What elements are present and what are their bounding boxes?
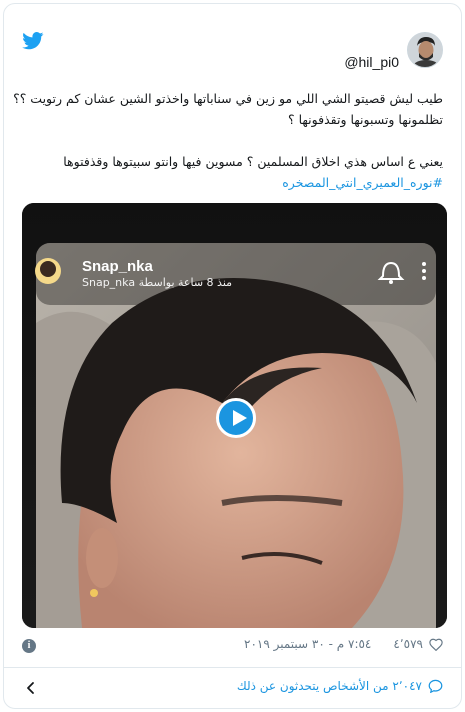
chevron-left-icon[interactable] [24,681,38,695]
author-handle[interactable]: @hil_pi0 [344,54,399,70]
more-vertical-icon [422,262,426,280]
meta-right: ٤٬٥٧٩ ٧:٥٤ م - ٣٠ سبتمبر ٢٠١٩ [244,637,443,651]
info-icon[interactable]: i [22,639,36,653]
hashtag-link[interactable]: #نوره_العميري_انتي_المصخره [22,172,443,193]
tweet-timestamp[interactable]: ٧:٥٤ م - ٣٠ سبتمبر ٢٠١٩ [244,637,371,651]
snap-subtitle: Snap_nka منذ 8 ساعة بواسطة [82,276,233,289]
conversation-label[interactable]: ٢٬٠٤٧ من الأشخاص يتحدثون عن ذلك [237,679,422,693]
footer-divider [4,667,461,668]
play-icon[interactable] [216,398,256,438]
tweet-line: تظلمونها وتسبونها وتقذفونها ؟ [288,112,443,127]
tweet-header: @hil_pi0 [4,4,461,74]
conversation-link[interactable]: ٢٬٠٤٧ من الأشخاص يتحدثون عن ذلك [237,679,443,693]
tweet-footer: ٢٬٠٤٧ من الأشخاص يتحدثون عن ذلك [22,677,443,701]
speech-bubble-icon [428,679,443,693]
tweet-line: يعني ع اساس هذي اخلاق المسلمين ؟ مسوين ف… [63,154,443,169]
snap-username: Snap_nka [82,258,153,275]
twitter-bird-icon[interactable] [22,32,44,50]
like-count[interactable]: ٤٬٥٧٩ [393,637,423,651]
embedded-tweet-card: @hil_pi0 طيب ليش قصيتو الشي اللي مو زين … [3,3,462,709]
avatar-image [408,33,442,67]
tweet-text: طيب ليش قصيتو الشي اللي مو زين في سنابات… [13,88,443,193]
avatar[interactable] [407,32,443,68]
tweet-meta: ٤٬٥٧٩ ٧:٥٤ م - ٣٠ سبتمبر ٢٠١٩ i [22,637,443,657]
heart-icon[interactable] [429,638,443,651]
tweet-line: طيب ليش قصيتو الشي اللي مو زين في سنابات… [13,91,443,106]
